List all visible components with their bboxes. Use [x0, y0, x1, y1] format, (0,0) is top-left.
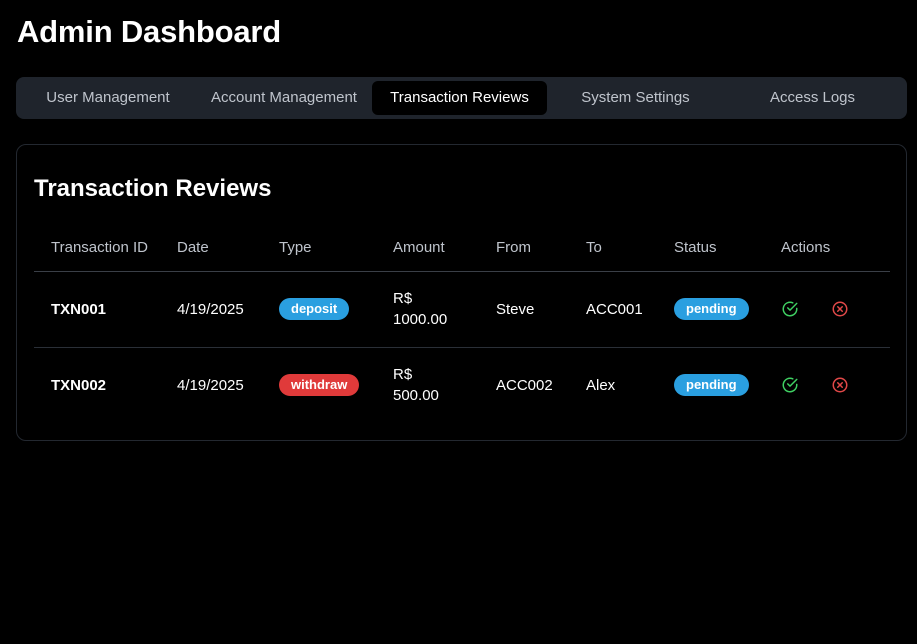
tab-bar: User Management Account Management Trans… — [16, 77, 907, 119]
transaction-id: TXN002 — [51, 376, 107, 394]
table-row: TXN002 4/19/2025 withdraw R$ 500.00 ACC00… — [34, 347, 890, 423]
transaction-date: 4/19/2025 — [160, 271, 262, 348]
transactions-table: Transaction ID Date Type Amount From To … — [34, 225, 890, 423]
amount-cell: R$ 500.00 — [376, 347, 479, 423]
amount-currency: R$ — [393, 290, 413, 307]
status-badge: pending — [674, 298, 749, 320]
column-header: To — [569, 225, 657, 272]
type-cell: withdraw — [262, 347, 376, 423]
column-header: Status — [657, 225, 764, 272]
page-title: Admin Dashboard — [17, 14, 281, 49]
column-header: Date — [160, 225, 262, 272]
tab-account-management[interactable]: Account Management — [196, 81, 372, 115]
type-cell: deposit — [262, 271, 376, 348]
from-account: Steve — [479, 271, 569, 348]
x-circle-icon — [832, 301, 848, 317]
amount-value: 1000.00 — [393, 311, 448, 328]
check-circle-icon — [782, 301, 798, 317]
column-header: Transaction ID — [34, 225, 160, 272]
tab-user-management[interactable]: User Management — [20, 81, 196, 115]
column-header: Actions — [764, 225, 890, 272]
approve-button[interactable] — [781, 376, 801, 396]
column-header: Amount — [376, 225, 479, 272]
from-account: ACC002 — [496, 376, 553, 394]
amount-currency: R$ — [393, 366, 413, 384]
to-account: ACC001 — [569, 271, 657, 348]
amount-value: 500.00 — [393, 387, 439, 405]
x-circle-icon — [832, 377, 848, 393]
transaction-reviews-panel: Transaction Reviews Transaction ID Date … — [16, 144, 907, 441]
tab-access-logs[interactable]: Access Logs — [724, 81, 901, 115]
transaction-date: 4/19/2025 — [177, 376, 244, 394]
column-header: From — [479, 225, 569, 272]
status-badge: pending — [674, 374, 749, 397]
reject-button[interactable] — [831, 300, 851, 320]
column-header: Type — [262, 225, 376, 272]
status-cell: pending — [657, 347, 764, 423]
type-badge: deposit — [279, 298, 350, 320]
table-header-row: Transaction ID Date Type Amount From To … — [34, 225, 890, 272]
reject-button[interactable] — [831, 376, 851, 396]
amount-cell: R$ 1000.00 — [376, 271, 479, 348]
check-circle-icon — [782, 377, 798, 393]
table-row: TXN001 4/19/2025 deposit R$ 1000.00 Steve… — [34, 271, 890, 348]
transaction-id: TXN001 — [34, 271, 160, 348]
actions-cell — [764, 271, 890, 348]
tab-system-settings[interactable]: System Settings — [547, 81, 724, 115]
approve-button[interactable] — [781, 300, 801, 320]
actions-cell — [764, 347, 890, 423]
type-badge: withdraw — [279, 374, 360, 397]
tab-transaction-reviews[interactable]: Transaction Reviews — [372, 81, 547, 115]
status-cell: pending — [657, 271, 764, 348]
panel-title: Transaction Reviews — [34, 175, 272, 202]
to-account: Alex — [586, 376, 616, 394]
